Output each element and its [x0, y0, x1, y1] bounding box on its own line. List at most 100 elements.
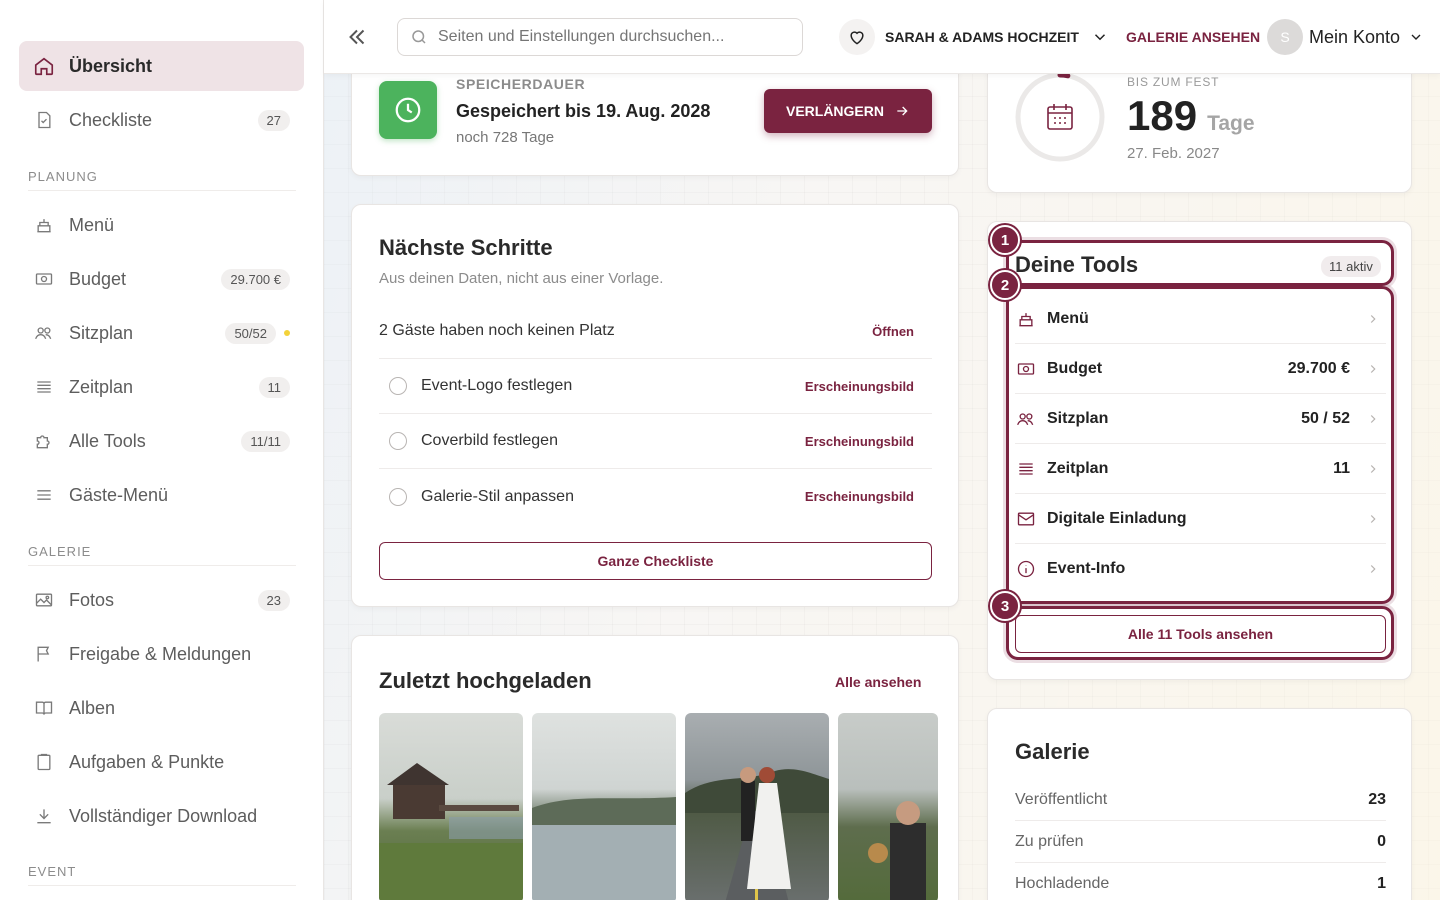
search-box — [397, 18, 803, 56]
task-label: Galerie-Stil anpassen — [421, 487, 574, 505]
tool-value: 11 — [1333, 459, 1350, 477]
open-link[interactable]: Öffnen — [872, 324, 914, 339]
photo-thumbnail[interactable] — [685, 713, 829, 900]
timeline-icon — [33, 376, 55, 398]
section-label-planung: PLANUNG — [28, 169, 296, 191]
full-checklist-button[interactable]: Ganze Checkliste — [379, 542, 932, 580]
sidebar-item-guest-menu[interactable]: Gäste-Menü — [19, 470, 304, 520]
photo-thumbnail[interactable] — [379, 713, 523, 900]
tool-label: Menü — [1047, 309, 1089, 327]
task-label: Event-Logo festlegen — [421, 377, 573, 394]
active-tools-badge: 11 aktiv — [1321, 256, 1381, 277]
see-all-link[interactable]: Alle ansehen — [835, 674, 921, 690]
step-marker-2: 2 — [990, 270, 1020, 300]
sidebar-item-download[interactable]: Vollständiger Download — [19, 791, 304, 841]
sidebar-item-label: Zeitplan — [69, 376, 134, 397]
tool-value: 29.700 € — [1287, 359, 1350, 377]
sidebar-item-schedule[interactable]: Zeitplan 11 — [19, 362, 304, 412]
heart-icon — [839, 19, 875, 55]
sidebar-item-label: Menü — [69, 214, 115, 235]
view-gallery-link[interactable]: GALERIE ANSEHEN — [1126, 29, 1260, 45]
next-steps-subtitle: Aus deinen Daten, nicht aus einer Vorlag… — [379, 270, 664, 287]
account-menu[interactable]: S Mein Konto — [1267, 18, 1424, 56]
chevron-down-icon — [1094, 34, 1105, 41]
all-tools-button[interactable]: Alle 11 Tools ansehen — [1015, 615, 1386, 653]
sidebar-item-sharing[interactable]: Freigabe & Meldungen — [19, 629, 304, 679]
recent-uploads-title: Zuletzt hochgeladen — [379, 668, 592, 693]
tool-label: Budget — [1047, 359, 1103, 377]
cabin-photo — [379, 763, 523, 900]
sidebar-item-label: Freigabe & Meldungen — [69, 643, 252, 664]
collapse-sidebar-button[interactable] — [344, 24, 370, 50]
photo-thumbnail[interactable] — [532, 713, 676, 900]
stat-label: Veröffentlicht — [1015, 790, 1108, 808]
task-checkbox[interactable] — [389, 432, 407, 450]
sidebar-item-budget[interactable]: Budget 29.700 € — [19, 254, 304, 304]
account-label: Mein Konto — [1309, 26, 1401, 47]
sidebar-item-all-tools[interactable]: Alle Tools 11/11 — [19, 416, 304, 466]
count-badge: 50/52 — [225, 322, 276, 344]
tool-item-invitation[interactable]: Digitale Einladung — [1015, 494, 1386, 544]
storage-title: Gespeichert bis 19. Aug. 2028 — [456, 101, 711, 121]
tool-value: 50 / 52 — [1301, 409, 1350, 427]
sidebar-item-label: Gäste-Menü — [69, 484, 169, 505]
people-icon — [1015, 408, 1037, 430]
count-badge: 27 — [257, 109, 290, 131]
countdown-label: BIS ZUM FEST — [1127, 75, 1220, 89]
tool-item-menu[interactable]: Menü — [1015, 294, 1386, 344]
sidebar-item-menu[interactable]: Menü — [19, 200, 304, 250]
event-name: SARAH & ADAMS HOCHZEIT — [885, 29, 1079, 45]
info-icon — [1015, 558, 1037, 580]
tool-item-seating[interactable]: Sitzplan 50 / 52 — [1015, 394, 1386, 444]
chevron-right-icon — [1370, 464, 1376, 473]
task-category-link[interactable]: Erscheinungsbild — [805, 379, 914, 394]
extend-button[interactable]: VERLÄNGERN — [764, 89, 932, 133]
couple-road-photo — [685, 767, 829, 900]
sidebar-item-seating[interactable]: Sitzplan 50/52 — [19, 308, 304, 358]
book-icon — [33, 697, 55, 719]
tools-card: Deine Tools 11 aktiv Menü Budget 29.700 … — [987, 221, 1412, 680]
countdown-card: BIS ZUM FEST 189 Tage 27. Feb. 2027 — [987, 60, 1412, 193]
arrow-right-icon — [897, 106, 908, 116]
status-dot — [284, 330, 290, 336]
list-item: Galerie-Stil anpassen Erscheinungsbild — [379, 469, 932, 524]
task-category-link[interactable]: Erscheinungsbild — [805, 489, 914, 504]
sidebar: Übersicht Checkliste 27 PLANUNG Menü Bud… — [0, 0, 324, 900]
calendar-icon — [1047, 104, 1073, 130]
list-item: Coverbild festlegen Erscheinungsbild — [379, 414, 932, 469]
countdown-ring — [1015, 72, 1105, 162]
tool-label: Event-Info — [1047, 560, 1126, 577]
cake-icon — [33, 214, 55, 236]
sidebar-item-photos[interactable]: Fotos 23 — [19, 575, 304, 625]
extend-button-label: VERLÄNGERN — [785, 103, 884, 119]
step-marker-1: 1 — [990, 225, 1020, 255]
sidebar-item-label: Aufgaben & Punkte — [69, 751, 225, 772]
storage-subtitle: noch 728 Tage — [456, 129, 555, 146]
sidebar-item-overview[interactable]: Übersicht — [19, 41, 304, 91]
sidebar-item-albums[interactable]: Alben — [19, 683, 304, 733]
next-steps-title: Nächste Schritte — [379, 235, 553, 260]
tool-item-schedule[interactable]: Zeitplan 11 — [1015, 444, 1386, 494]
list-item: Event-Logo festlegen Erscheinungsbild — [379, 359, 932, 414]
section-label-event: EVENT — [28, 864, 296, 886]
seating-alert-row: 2 Gäste haben noch keinen Platz Öffnen — [379, 304, 932, 359]
checklist-icon — [33, 109, 55, 131]
money-icon — [33, 268, 55, 290]
task-checkbox[interactable] — [389, 377, 407, 395]
task-checkbox[interactable] — [389, 487, 407, 506]
tool-item-event-info[interactable]: Event-Info — [1015, 544, 1386, 594]
sidebar-item-checklist[interactable]: Checkliste 27 — [19, 95, 304, 145]
tool-item-budget[interactable]: Budget 29.700 € — [1015, 344, 1386, 394]
countdown-value: 189 Tage — [1127, 92, 1255, 140]
count-badge: 23 — [257, 589, 290, 611]
task-category-link[interactable]: Erscheinungsbild — [805, 434, 914, 449]
chevron-right-icon — [1370, 314, 1376, 323]
search-input[interactable] — [438, 28, 778, 46]
photo-thumbnail[interactable] — [838, 713, 938, 900]
sidebar-item-tasks[interactable]: Aufgaben & Punkte — [19, 737, 304, 787]
timeline-icon — [1015, 458, 1037, 480]
chevron-right-icon — [1370, 514, 1376, 523]
flag-icon — [33, 643, 55, 665]
event-switcher[interactable]: SARAH & ADAMS HOCHZEIT — [839, 18, 1109, 56]
sidebar-item-label: Vollständiger Download — [69, 805, 258, 826]
